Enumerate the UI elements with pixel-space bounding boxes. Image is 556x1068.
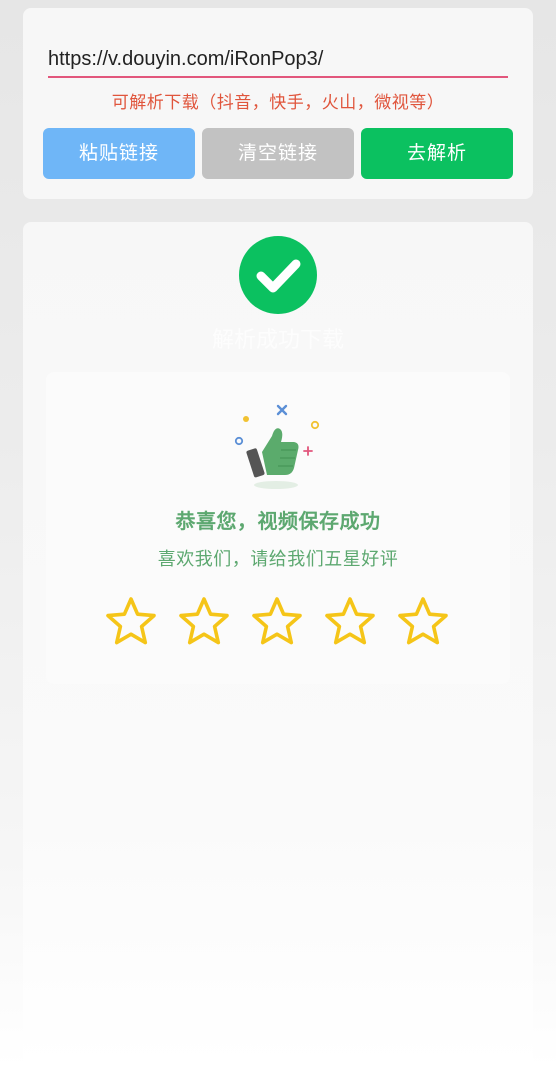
star-4-icon[interactable] [322,594,378,650]
clear-link-button[interactable]: 清空链接 [202,128,354,179]
star-2-icon[interactable] [176,594,232,650]
parse-button[interactable]: 去解析 [361,128,513,179]
paste-link-button[interactable]: 粘贴链接 [43,128,195,179]
star-5-icon[interactable] [395,594,451,650]
save-success-message: 恭喜您，视频保存成功 [175,509,381,533]
thumbs-up-icon [228,402,328,492]
star-1-icon[interactable] [103,594,159,650]
rating-request-text: 喜欢我们，请给我们五星好评 [157,549,399,570]
success-check-icon [239,236,317,314]
link-input-card: 可解析下载（抖音，快手，火山，微视等） 粘贴链接 清空链接 去解析 [23,8,533,199]
result-card: 解析成功下载 恭喜您，视频保存成功 喜欢我们，请给我们五星好评 [23,222,533,1068]
result-title-faded: 解析成功下载 [211,328,344,353]
url-input[interactable] [48,44,508,78]
rating-panel: 恭喜您，视频保存成功 喜欢我们，请给我们五星好评 [46,372,510,684]
supported-platforms-hint: 可解析下载（抖音，快手，火山，微视等） [111,93,445,113]
star-3-icon[interactable] [249,594,305,650]
star-rating [103,594,463,650]
